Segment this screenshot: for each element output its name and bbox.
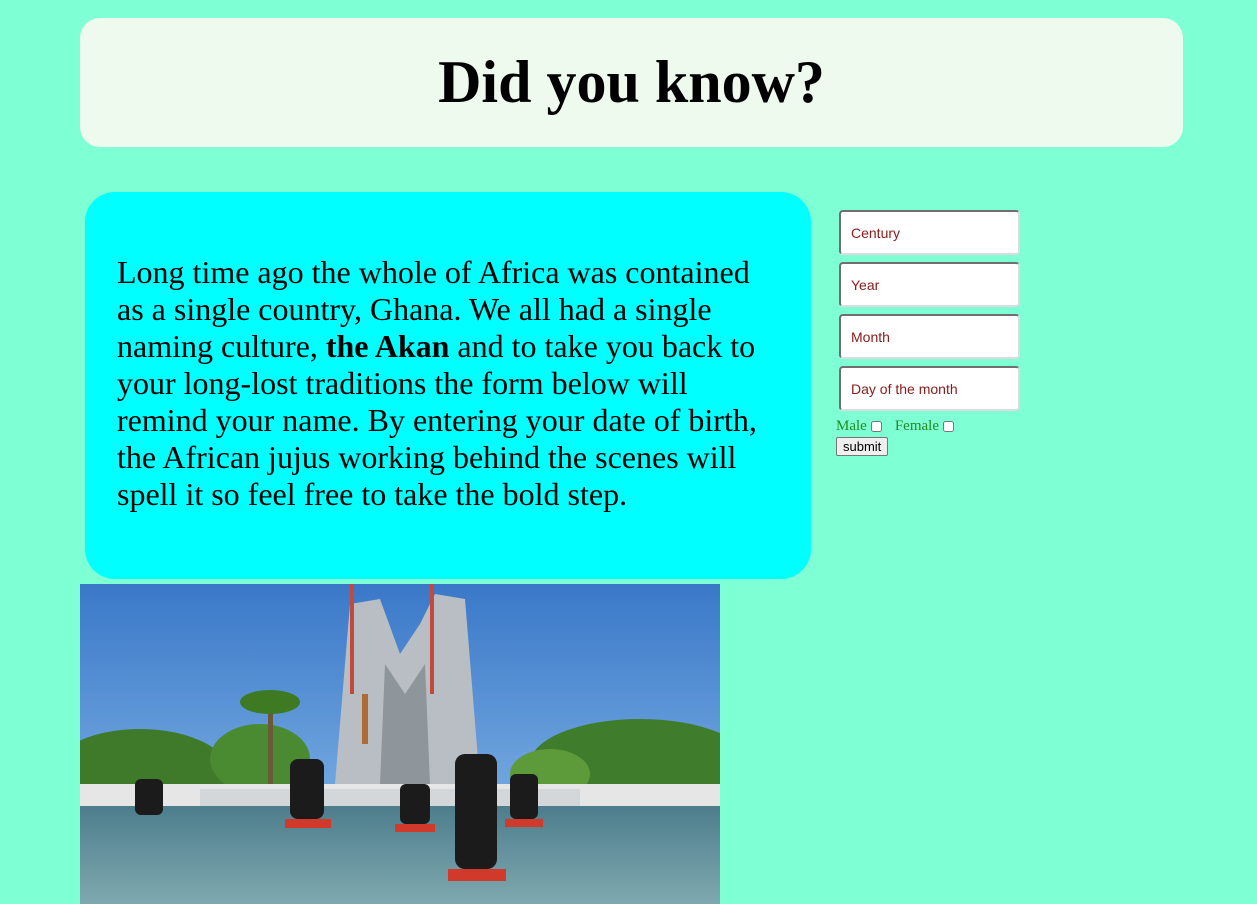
day-input[interactable]	[839, 366, 1020, 411]
female-label: Female	[894, 417, 939, 434]
memorial-photo	[80, 584, 720, 904]
intro-text: Long time ago the whole of Africa was co…	[117, 254, 779, 513]
male-label: Male	[836, 417, 867, 434]
intro-text-bold: the Akan	[325, 328, 450, 364]
intro-panel: Long time ago the whole of Africa was co…	[85, 192, 811, 579]
male-checkbox[interactable]	[870, 420, 882, 432]
female-checkbox[interactable]	[942, 420, 954, 432]
century-input[interactable]	[839, 210, 1020, 255]
month-input[interactable]	[839, 314, 1020, 359]
gender-group: Male Female	[836, 416, 1026, 436]
submit-button[interactable]: submit	[836, 437, 889, 456]
page-header: Did you know?	[80, 18, 1183, 147]
page-title: Did you know?	[438, 49, 825, 115]
year-input[interactable]	[839, 262, 1020, 307]
birthdate-form: Male Female submit	[836, 210, 1026, 456]
